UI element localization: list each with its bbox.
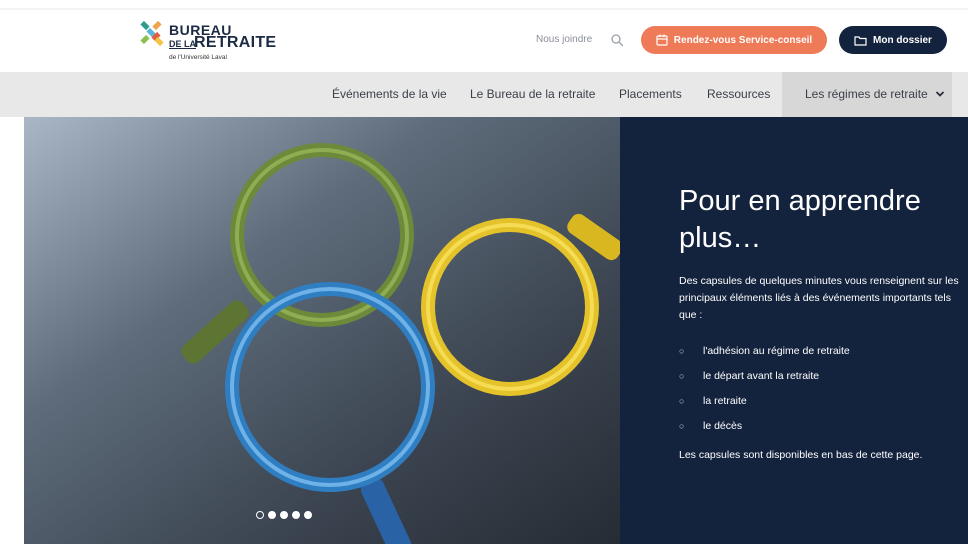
nav-item-resources[interactable]: Ressources xyxy=(707,72,770,117)
top-divider xyxy=(0,8,968,10)
bullet-icon: ○ xyxy=(679,396,685,406)
contact-link[interactable]: Nous joindre xyxy=(536,34,592,45)
hero-section: Pour en apprendre plus… Des capsules de … xyxy=(0,117,968,544)
logo-text-line3: de l'Université Laval xyxy=(169,54,227,61)
my-file-button[interactable]: Mon dossier xyxy=(839,26,947,54)
chevron-down-icon xyxy=(935,91,945,97)
hero-intro: Des capsules de quelques minutes vous re… xyxy=(679,275,959,321)
list-item-text: le départ avant la retraite xyxy=(703,370,820,382)
hero-text-panel: Pour en apprendre plus… Des capsules de … xyxy=(620,117,968,544)
hero-title: Pour en apprendre plus… xyxy=(679,185,921,254)
site-logo[interactable]: BUREAU DE LA RETRAITE de l'Université La… xyxy=(138,20,278,64)
carousel-dot-3[interactable] xyxy=(280,511,288,519)
nav-item-pension-plans[interactable]: Les régimes de retraite xyxy=(805,72,945,117)
list-item: ○ le décès xyxy=(679,414,959,439)
carousel-dot-4[interactable] xyxy=(292,511,300,519)
list-item: ○ la retraite xyxy=(679,389,959,414)
bullet-icon: ○ xyxy=(679,421,685,431)
left-gutter xyxy=(0,117,24,544)
list-item: ○ l'adhésion au régime de retraite xyxy=(679,339,959,364)
list-item-text: l'adhésion au régime de retraite xyxy=(703,345,850,357)
bullet-icon: ○ xyxy=(679,346,685,356)
logo-mark-icon xyxy=(140,20,164,47)
appointment-button[interactable]: Rendez-vous Service-conseil xyxy=(641,26,827,54)
appointment-button-label: Rendez-vous Service-conseil xyxy=(673,34,813,46)
list-item: ○ le départ avant la retraite xyxy=(679,364,959,389)
carousel-dots xyxy=(256,511,312,519)
list-item-text: le décès xyxy=(703,420,743,432)
hero-list: ○ l'adhésion au régime de retraite ○ le dé… xyxy=(679,339,959,439)
carousel-dot-1[interactable] xyxy=(256,511,264,519)
hero-outro: Les capsules sont disponibles en bas de … xyxy=(679,449,923,461)
magnifying-glasses-image xyxy=(24,117,620,544)
list-item-text: la retraite xyxy=(703,395,747,407)
logo-text-line2a: DE LA xyxy=(169,39,196,49)
site-header: BUREAU DE LA RETRAITE de l'Université La… xyxy=(0,0,968,72)
nav-item-pension-plans-label: Les régimes de retraite xyxy=(805,87,928,101)
nav-item-bureau[interactable]: Le Bureau de la retraite xyxy=(470,72,595,117)
carousel-dot-5[interactable] xyxy=(304,511,312,519)
carousel-dot-2[interactable] xyxy=(268,511,276,519)
main-nav: Événements de la vie Le Bureau de la ret… xyxy=(0,72,968,117)
my-file-button-label: Mon dossier xyxy=(873,34,932,46)
bullet-icon: ○ xyxy=(679,371,685,381)
nav-item-placements[interactable]: Placements xyxy=(619,72,682,117)
nav-item-life-events[interactable]: Événements de la vie xyxy=(332,72,447,117)
search-icon[interactable] xyxy=(610,33,624,47)
hero-image xyxy=(24,117,620,544)
logo-text-line2b: RETRAITE xyxy=(194,34,277,51)
calendar-icon xyxy=(656,34,668,46)
folder-icon xyxy=(854,35,867,46)
